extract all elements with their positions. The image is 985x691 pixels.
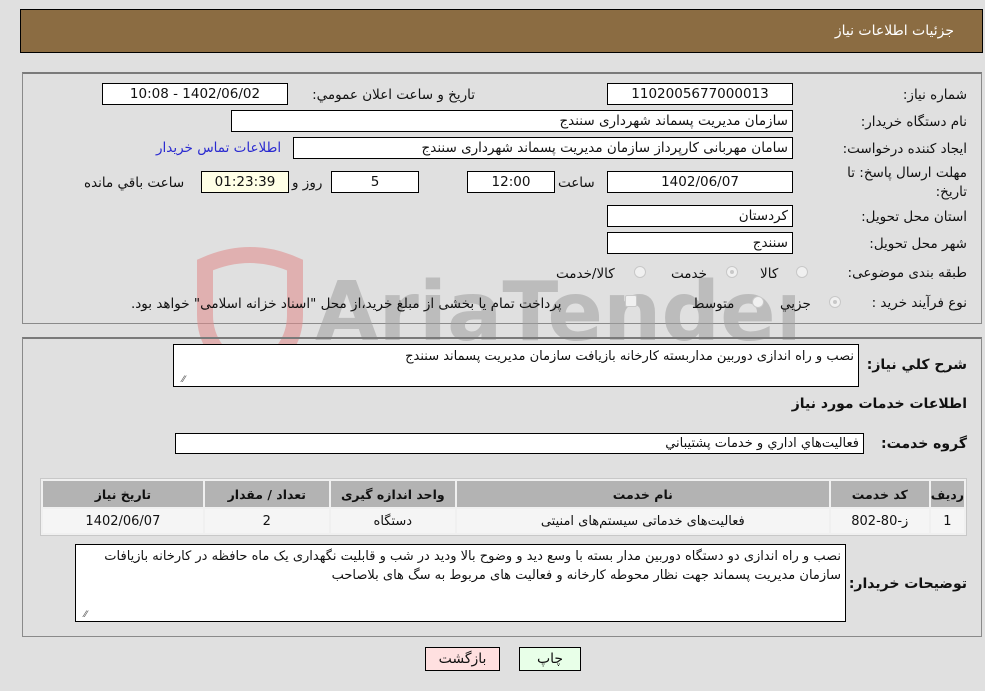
col-quantity: تعداد / مقدار bbox=[204, 481, 329, 507]
page-title: جزئيات اطلاعات نياز bbox=[834, 23, 954, 39]
cell-service-name: فعاليت‌های خدماتی سيستم‌های امنيتی bbox=[456, 509, 829, 533]
print-button[interactable]: چاپ bbox=[519, 647, 581, 671]
category-goods-service-radio[interactable] bbox=[634, 266, 646, 278]
cell-quantity: 2 bbox=[204, 509, 329, 533]
category-goods-service-label: کالا/خدمت bbox=[556, 266, 615, 282]
category-label: طبقه بندی موضوعی: bbox=[847, 265, 967, 281]
buyer-notes-text: نصب و راه اندازی دو دستگاه دوربین مدار ب… bbox=[104, 549, 841, 583]
services-table: رديف کد خدمت نام خدمت واحد اندازه گيری ت… bbox=[40, 478, 967, 536]
cell-need-date: 1402/06/07 bbox=[43, 509, 203, 533]
remaining-time-field: 01:23:39 bbox=[201, 171, 289, 193]
col-need-date: تاريخ نياز bbox=[43, 481, 203, 507]
days-label: روز و bbox=[292, 175, 323, 191]
table-header-row: رديف کد خدمت نام خدمت واحد اندازه گيری ت… bbox=[43, 481, 964, 507]
buyer-notes-textarea[interactable]: نصب و راه اندازی دو دستگاه دوربین مدار ب… bbox=[75, 544, 846, 622]
process-medium-radio[interactable] bbox=[752, 296, 764, 308]
category-service-radio[interactable] bbox=[726, 266, 738, 278]
col-row-number: رديف bbox=[930, 481, 964, 507]
resize-grip-icon[interactable]: ⁄⁄ bbox=[79, 611, 87, 620]
buyer-org-field: سازمان مدیریت پسماند شهرداری سنندج bbox=[231, 110, 793, 132]
remaining-days-field: 5 bbox=[331, 171, 419, 193]
city-label: شهر محل تحويل: bbox=[869, 236, 967, 252]
table-row: 1 ز-80-802 فعاليت‌های خدماتی سيستم‌های ا… bbox=[43, 509, 964, 533]
resize-grip-icon[interactable]: ⁄⁄ bbox=[177, 376, 185, 385]
cell-unit: دستگاه bbox=[330, 509, 455, 533]
requester-field: سامان مهربانی کارپرداز سازمان مدیریت پسم… bbox=[293, 137, 793, 159]
deadline-date-field: 1402/06/07 bbox=[607, 171, 793, 193]
category-goods-radio[interactable] bbox=[796, 266, 808, 278]
need-number-label: شماره نياز: bbox=[902, 87, 967, 103]
process-type-label: نوع فرآيند خريد : bbox=[871, 295, 967, 311]
process-medium-label: متوسط bbox=[692, 296, 735, 312]
treasury-checkbox[interactable] bbox=[625, 295, 637, 307]
category-goods-label: کالا bbox=[760, 266, 779, 282]
deadline-time-field: 12:00 bbox=[467, 171, 555, 193]
city-field: سنندج bbox=[607, 232, 793, 254]
summary-textarea[interactable]: نصب و راه اندازی دوربین مداربسته کارخانه… bbox=[173, 344, 859, 387]
need-number-field: 1102005677000013 bbox=[607, 83, 793, 105]
process-minor-radio[interactable] bbox=[829, 296, 841, 308]
page-header: جزئيات اطلاعات نياز bbox=[20, 9, 983, 53]
deadline-label-line1: مهلت ارسال پاسخ: تا bbox=[847, 165, 967, 181]
buyer-contact-link[interactable]: اطلاعات تماس خريدار bbox=[156, 140, 281, 156]
treasury-note: پرداخت تمام يا بخشی از مبلغ خريد،از محل … bbox=[131, 296, 562, 312]
services-section-title: اطلاعات خدمات مورد نياز bbox=[791, 396, 967, 412]
col-unit: واحد اندازه گيری bbox=[330, 481, 455, 507]
deadline-label-line2: تاريخ: bbox=[935, 184, 967, 200]
service-group-label: گروه خدمت: bbox=[881, 436, 967, 452]
category-service-label: خدمت bbox=[671, 266, 707, 282]
col-service-name: نام خدمت bbox=[456, 481, 829, 507]
deadline-time-label: ساعت bbox=[558, 175, 595, 191]
col-service-code: کد خدمت bbox=[830, 481, 929, 507]
service-group-field: فعاليت‌هاي اداري و خدمات پشتيباني bbox=[175, 433, 864, 454]
province-label: استان محل تحويل: bbox=[861, 209, 967, 225]
announce-date-label: تاريخ و ساعت اعلان عمومي: bbox=[312, 87, 475, 103]
requester-label: ايجاد کننده درخواست: bbox=[842, 141, 967, 157]
process-minor-label: جزيي bbox=[780, 296, 811, 312]
announce-date-field: 1402/06/02 - 10:08 bbox=[102, 83, 288, 105]
back-button[interactable]: بازگشت bbox=[425, 647, 500, 671]
cell-row-number: 1 bbox=[930, 509, 964, 533]
cell-service-code: ز-80-802 bbox=[830, 509, 929, 533]
summary-text: نصب و راه اندازی دوربین مداربسته کارخانه… bbox=[405, 349, 854, 364]
buyer-org-label: نام دستگاه خريدار: bbox=[860, 114, 967, 130]
buyer-notes-label: توضيحات خريدار: bbox=[848, 576, 967, 592]
remaining-time-label: ساعت باقي مانده bbox=[84, 175, 185, 191]
province-field: کردستان bbox=[607, 205, 793, 227]
summary-label: شرح کلي نياز: bbox=[866, 357, 967, 373]
